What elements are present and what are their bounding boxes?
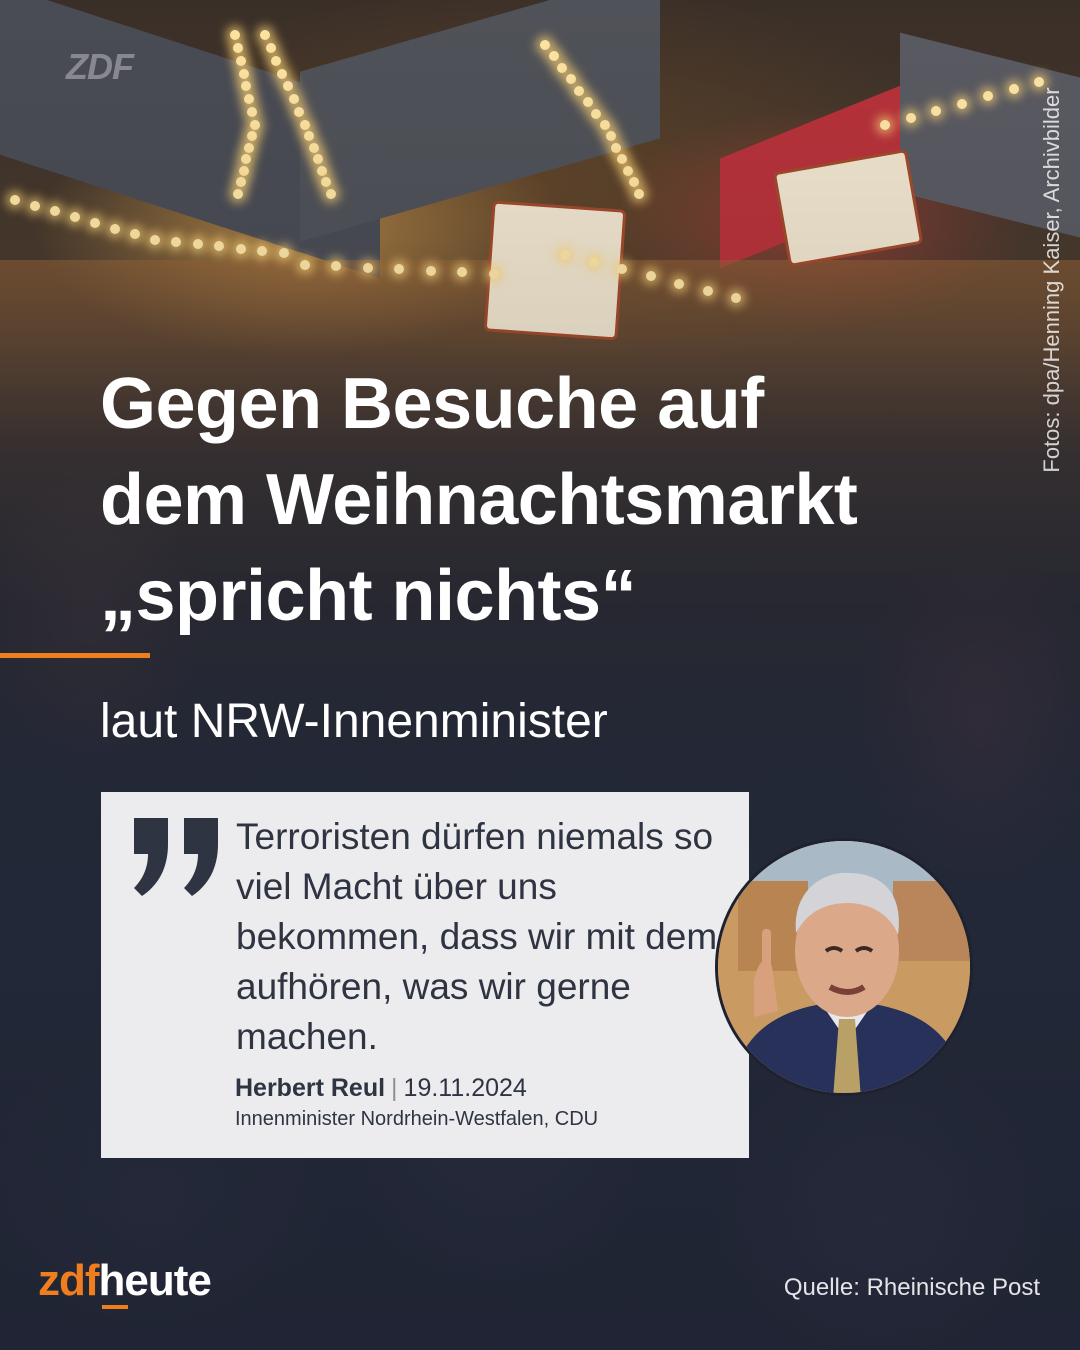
quote-text: Terroristen dürfen niemals so viel Macht…	[236, 816, 718, 1057]
headline-line: Gegen Besuche auf	[100, 364, 764, 444]
headline-line: dem Weihnachtsmarkt	[100, 460, 858, 540]
photo-credit: Fotos: dpa/Henning Kaiser, Archivbilder	[1034, 40, 1070, 520]
closing-quote-icon	[134, 818, 218, 896]
headline-line: „spricht nichts“	[100, 556, 637, 636]
photo-credit-text: Fotos: dpa/Henning Kaiser, Archivbilder	[1039, 87, 1064, 473]
zdfheute-logo: zdfheute	[38, 1256, 212, 1306]
accent-divider	[0, 653, 150, 658]
author-role: Innenminister Nordrhein-Westfalen, CDU	[235, 1108, 599, 1130]
logo-part-zdf: zdf	[38, 1256, 100, 1305]
zdf-watermark: ZDF	[66, 46, 134, 87]
logo-part-heute: heute	[98, 1256, 212, 1305]
source-credit: Quelle: Rheinische Post	[783, 1274, 1040, 1301]
attribution-separator: |	[391, 1074, 398, 1102]
author-name: Herbert Reul	[235, 1074, 386, 1102]
quote-attribution: Herbert Reul | 19.11.2024	[235, 1074, 527, 1103]
quote-date: 19.11.2024	[403, 1074, 527, 1102]
headline: Gegen Besuche auf dem Weihnachtsmarkt „s…	[100, 356, 1000, 644]
subline: laut NRW-Innenminister	[100, 695, 608, 748]
author-portrait	[715, 838, 973, 1096]
